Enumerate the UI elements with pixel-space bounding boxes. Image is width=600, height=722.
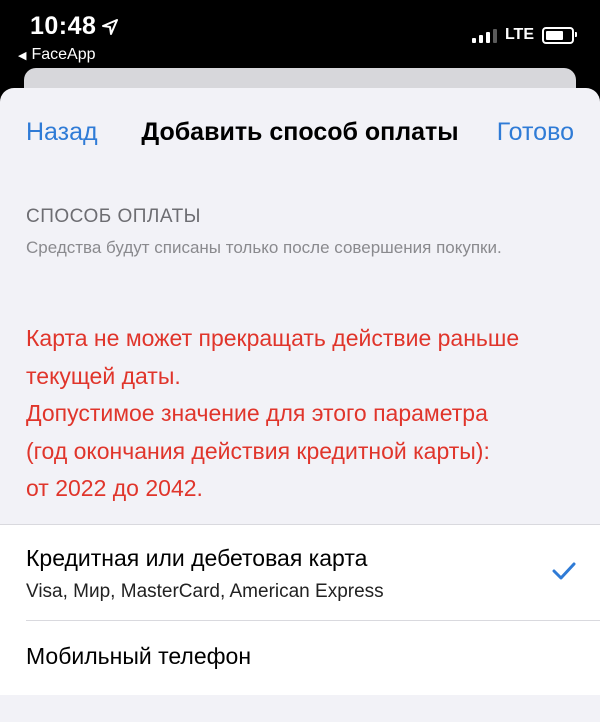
battery-icon — [542, 26, 577, 44]
time-text: 10:48 — [30, 12, 97, 40]
navigation-bar: Назад Добавить способ оплаты Готово — [0, 88, 600, 178]
payment-options-list: Кредитная или дебетовая карта Visa, Мир,… — [0, 524, 600, 695]
status-time: 10:48 — [30, 12, 119, 41]
payment-method-sheet: Назад Добавить способ оплаты Готово СПОС… — [0, 88, 600, 722]
error-line: (год окончания действия кредитной карты)… — [26, 437, 490, 464]
network-type: LTE — [504, 26, 534, 43]
signal-strength-icon — [471, 27, 497, 43]
error-line: текущей даты. — [26, 362, 181, 389]
option-label: Кредитная или дебетовая карта — [26, 545, 368, 571]
error-line: от 2022 до 2042. — [26, 475, 203, 501]
error-line: Карта не может прекращать действие раньш… — [26, 325, 520, 351]
done-button[interactable]: Готово — [497, 118, 574, 147]
back-app-label: FaceApp — [31, 46, 96, 63]
payment-option-mobile[interactable]: Мобильный телефон — [0, 621, 600, 695]
option-label: Мобильный телефон — [26, 643, 252, 669]
payment-option-card[interactable]: Кредитная или дебетовая карта Visa, Мир,… — [0, 525, 600, 621]
error-line: Допустимое значение для этого параметра — [26, 400, 488, 426]
back-triangle-icon: ◀ — [18, 49, 27, 62]
section-subtitle: Средства будут списаны только после сове… — [26, 238, 502, 257]
status-indicators: LTE — [471, 26, 577, 44]
error-message: Карта не может прекращать действие раньш… — [26, 320, 592, 508]
option-sublabel: Visa, Мир, MasterCard, American Express — [26, 581, 384, 602]
location-arrow-icon — [102, 18, 119, 35]
status-bar: 10:48 ◀ FaceApp LTE — [0, 0, 600, 70]
section-header: СПОСОБ ОПЛАТЫ — [26, 206, 202, 227]
back-to-app-button[interactable]: ◀ FaceApp — [18, 46, 96, 64]
checkmark-icon — [552, 562, 576, 580]
